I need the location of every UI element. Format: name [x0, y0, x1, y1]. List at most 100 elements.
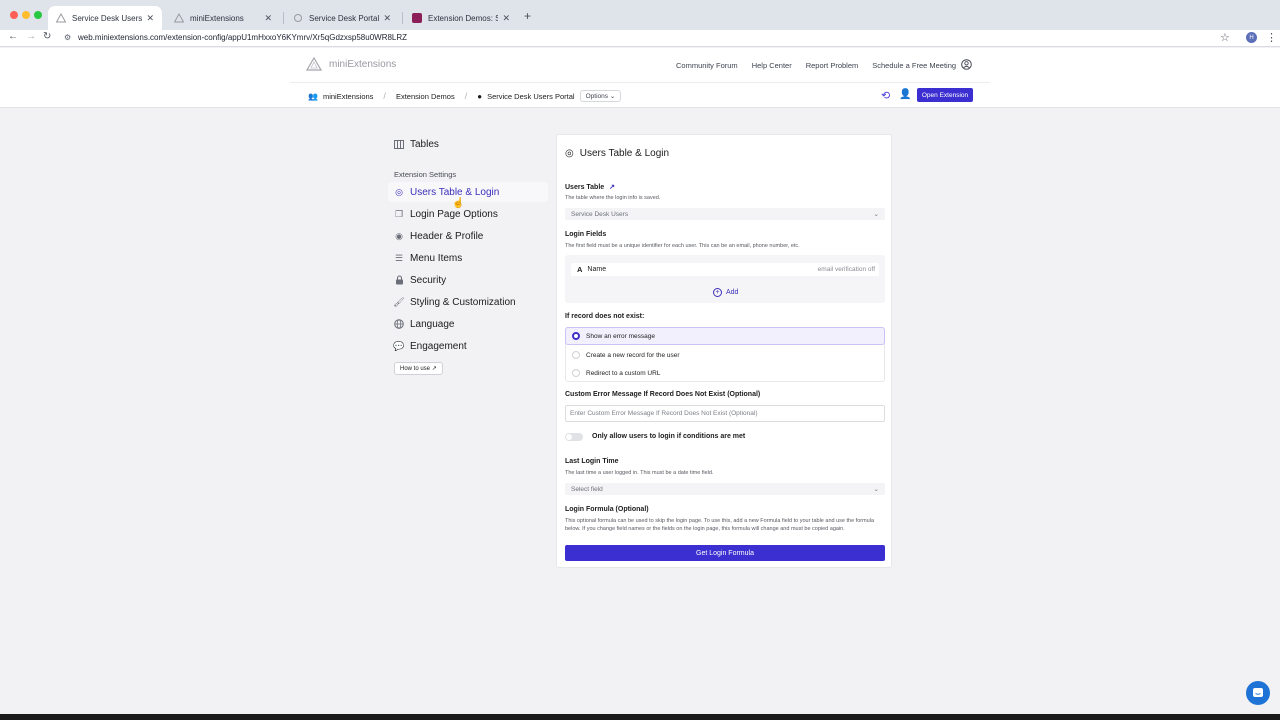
users-table-select[interactable]: Service Desk Users ⌄: [565, 208, 885, 220]
mini-extensions-logo[interactable]: miniExtensions: [306, 57, 396, 71]
help-center-link[interactable]: Help Center: [752, 61, 792, 70]
radio-label: Show an error message: [586, 332, 656, 340]
breadcrumb-workspace[interactable]: miniExtensions: [323, 92, 373, 101]
sidebar-item-header-profile[interactable]: ◉ Header & Profile: [388, 226, 548, 246]
bookmark-star-icon[interactable]: ☆: [1220, 31, 1230, 44]
mini-extensions-logo-icon: [55, 12, 67, 23]
close-tab-icon[interactable]: ✕: [383, 13, 391, 24]
login-fields-list: A Name email verification off + Add: [565, 255, 885, 303]
reload-icon[interactable]: ↻: [43, 31, 51, 42]
forward-arrow-icon[interactable]: →: [26, 31, 36, 42]
custom-error-input[interactable]: Enter Custom Error Message If Record Doe…: [565, 405, 885, 422]
email-verification-status: email verification off: [817, 266, 875, 273]
minimize-window-button[interactable]: [22, 11, 30, 19]
get-login-formula-button[interactable]: Get Login Formula: [565, 545, 885, 561]
external-link-icon[interactable]: ↗: [609, 184, 615, 191]
support-chat-button[interactable]: [1246, 681, 1270, 705]
mini-extensions-logo-icon: [173, 12, 185, 23]
conditions-toggle[interactable]: [565, 433, 583, 441]
browser-tab-3[interactable]: Service Desk Portal ✕: [285, 6, 399, 30]
back-arrow-icon[interactable]: ←: [8, 31, 18, 42]
sidebar-item-label: Menu Items: [410, 252, 463, 264]
close-window-button[interactable]: [10, 11, 18, 19]
sidebar-item-security[interactable]: Security: [388, 270, 548, 290]
sidebar-item-login-page-options[interactable]: ❐ Login Page Options: [388, 204, 548, 224]
radio-label: Create a new record for the user: [586, 351, 680, 359]
panel-title-text: Users Table & Login: [579, 148, 670, 159]
mini-extensions-logo-icon: [306, 57, 322, 71]
breadcrumb-base[interactable]: Extension Demos: [396, 92, 455, 101]
breadcrumb-separator: /: [383, 91, 386, 101]
sidebar-section-heading: Extension Settings: [394, 170, 457, 179]
options-label: Options: [585, 93, 609, 100]
pages-icon: ❐: [394, 208, 404, 219]
radio-redirect-custom-url[interactable]: Redirect to a custom URL: [566, 364, 884, 382]
plus-circle-icon: +: [713, 288, 722, 297]
sidebar-item-label: Login Page Options: [410, 208, 498, 220]
sidebar-item-engagement[interactable]: 💬 Engagement: [388, 336, 548, 356]
breadcrumb: 👥 miniExtensions / Extension Demos / ● S…: [308, 90, 622, 102]
browser-profile-avatar[interactable]: H: [1246, 32, 1257, 43]
address-bar[interactable]: web.miniextensions.com/extension-config/…: [78, 33, 407, 42]
app-header: miniExtensions Community Forum Help Cent…: [0, 48, 1280, 108]
tab-separator: [283, 12, 284, 24]
last-login-hint: The last time a user logged in. This mus…: [565, 470, 714, 476]
users-table-hint: The table where the login info is saved.: [565, 195, 661, 201]
sidebar-tables-label: Tables: [410, 139, 439, 150]
globe-icon: [394, 319, 404, 329]
users-table-label: Users Table ↗: [565, 183, 615, 191]
options-dropdown[interactable]: Options ⌄: [579, 90, 622, 102]
browser-tab-2[interactable]: miniExtensions ✕: [166, 6, 280, 30]
account-icon[interactable]: [961, 59, 972, 70]
close-tab-icon[interactable]: ✕: [264, 13, 272, 24]
close-tab-icon[interactable]: ✕: [146, 13, 154, 24]
how-to-use-label: How to use: [400, 366, 431, 372]
report-problem-link[interactable]: Report Problem: [806, 61, 859, 70]
how-to-use-button[interactable]: How to use ↗: [394, 362, 443, 375]
browser-toolbar: ← → ↻ ⚙ web.miniextensions.com/extension…: [0, 30, 1280, 47]
radio-label: Redirect to a custom URL: [586, 369, 661, 377]
open-extension-button[interactable]: Open Extension: [917, 88, 973, 102]
chat-icon: 💬: [393, 340, 405, 351]
close-tab-icon[interactable]: ✕: [502, 13, 510, 24]
chevron-down-icon: ⌄: [609, 93, 616, 100]
page-icon: [293, 13, 303, 23]
sidebar-item-users-table-login[interactable]: ◎ Users Table & Login: [388, 182, 548, 202]
browser-menu-icon[interactable]: ⋮: [1266, 31, 1277, 44]
users-table-select-value: Service Desk Users: [571, 210, 629, 218]
last-login-select[interactable]: Select field ⌄: [565, 483, 885, 495]
site-settings-icon[interactable]: ⚙: [64, 33, 71, 42]
history-icon[interactable]: ⟲: [881, 89, 890, 102]
record-not-exist-radio-group: Show an error message Create a new recor…: [565, 327, 885, 382]
sidebar-item-styling-customization[interactable]: 🖌 Styling & Customization: [388, 292, 548, 312]
maximize-window-button[interactable]: [34, 11, 42, 19]
new-tab-icon[interactable]: +: [524, 9, 531, 23]
add-user-icon[interactable]: 👤: [899, 89, 911, 100]
radio-create-new-record[interactable]: Create a new record for the user: [566, 346, 884, 364]
login-field-row[interactable]: A Name email verification off: [571, 263, 879, 276]
sidebar-item-language[interactable]: Language: [388, 314, 548, 334]
chevron-down-icon: ⌄: [873, 211, 879, 218]
radio-button-selected: [572, 332, 580, 340]
custom-error-label: Custom Error Message If Record Does Not …: [565, 391, 761, 398]
logo-text: miniExtensions: [329, 58, 397, 70]
chevron-down-icon: ⌄: [873, 486, 879, 493]
schedule-meeting-link[interactable]: Schedule a Free Meeting: [872, 61, 956, 70]
target-icon: ◎: [565, 148, 574, 159]
radio-show-error-message[interactable]: Show an error message: [565, 327, 885, 345]
radio-button: [572, 351, 580, 359]
sidebar-item-label: Styling & Customization: [410, 296, 516, 308]
target-icon: ◎: [395, 186, 403, 197]
breadcrumb-separator: /: [464, 91, 468, 101]
browser-tab-4[interactable]: Extension Demos: Service Desk ✕: [404, 6, 518, 30]
breadcrumb-extension[interactable]: Service Desk Users Portal: [487, 92, 575, 101]
sidebar-item-tables[interactable]: Tables: [394, 139, 439, 150]
add-login-field-button[interactable]: + Add: [713, 288, 738, 297]
sidebar-item-label: Language: [410, 318, 455, 330]
sidebar-item-menu-items[interactable]: ☰ Menu Items: [388, 248, 548, 268]
table-icon: [394, 140, 404, 150]
lock-icon: [394, 275, 404, 285]
community-forum-link[interactable]: Community Forum: [676, 61, 738, 70]
browser-tab-1[interactable]: Service Desk Users Portal - m ✕: [48, 6, 162, 30]
sidebar-item-label: Header & Profile: [410, 230, 484, 242]
